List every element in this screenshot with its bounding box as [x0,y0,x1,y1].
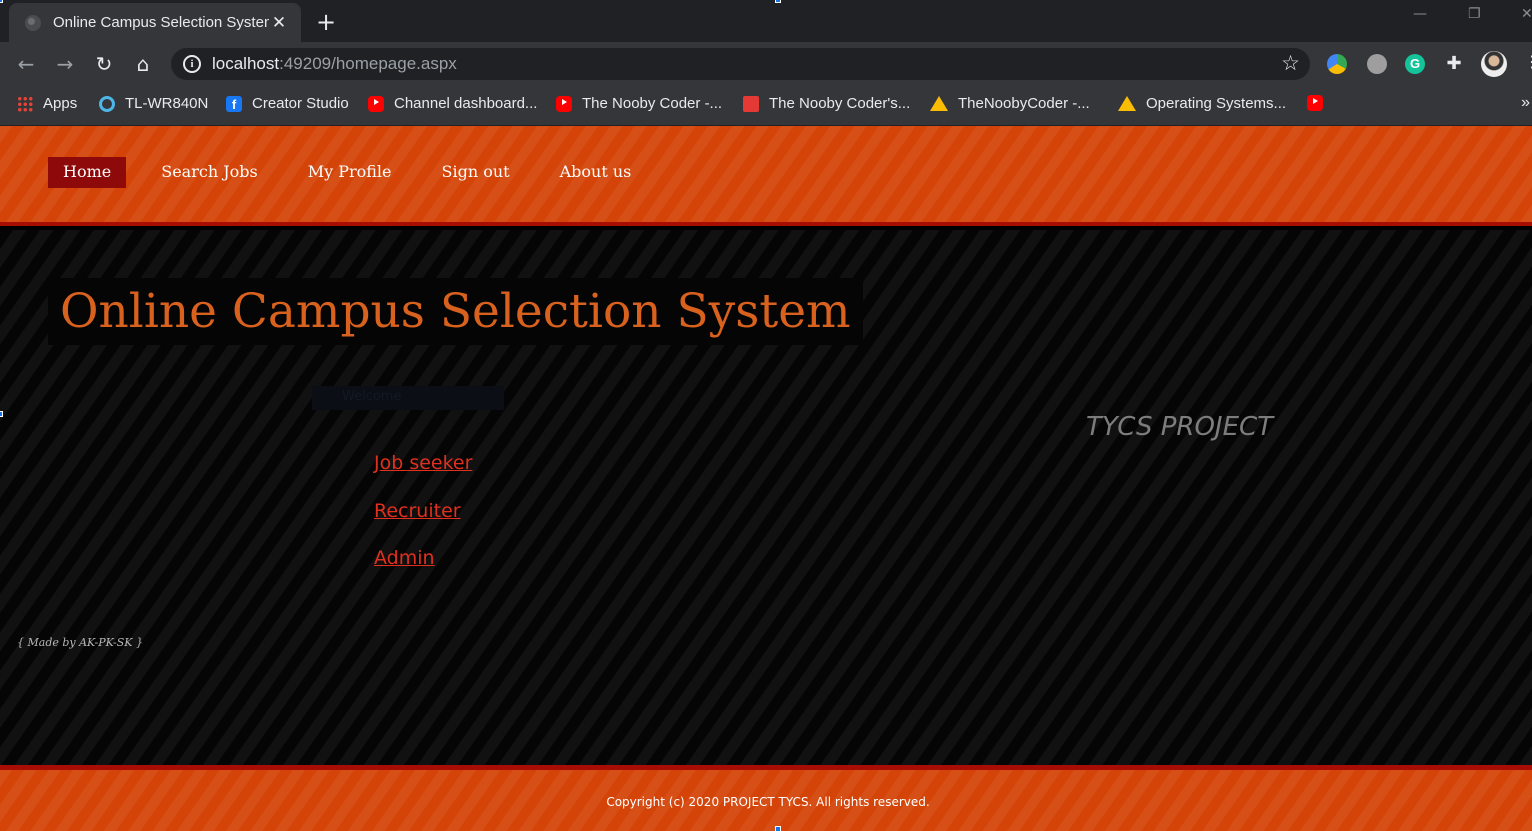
bookmark-thenoobycoder[interactable]: TheNoobyCoder -... [930,95,1090,112]
google-drive-icon [930,96,948,111]
selection-handle [775,0,781,3]
main-menu: Home Search Jobs My Profile Sign out Abo… [48,157,666,188]
bookmark-label: Channel dashboard... [394,95,538,112]
facebook-icon: f [226,95,242,112]
menu-item-about-us[interactable]: About us [545,157,647,188]
menu-item-sign-out[interactable]: Sign out [427,157,525,188]
youtube-icon [556,95,572,112]
bookmark-apps[interactable]: Apps [17,95,77,112]
project-heading: TYCS PROJECT [1086,412,1274,442]
reload-icon[interactable]: ↻ [92,52,116,76]
selection-handle [0,411,3,417]
bookmark-channel-dashboard[interactable]: Channel dashboard... [368,95,537,112]
tp-link-icon [99,95,115,112]
grammarly-icon[interactable]: G [1405,54,1425,74]
copyright-text: Copyright (c) 2020 PROJECT TYCS. All rig… [606,795,930,809]
bookmark-youtube[interactable] [1307,95,1333,111]
bookmark-label: The Nooby Coder -... [582,95,723,112]
menu-item-search-jobs[interactable]: Search Jobs [146,157,272,188]
bookmark-star-icon[interactable]: ☆ [1281,51,1300,76]
browser-menu-icon[interactable]: ⋮ [1520,52,1532,71]
web-page: Home Search Jobs My Profile Sign out Abo… [0,126,1532,831]
globe-icon [25,14,41,31]
menu-item-my-profile[interactable]: My Profile [293,157,407,188]
close-tab-icon[interactable]: ✕ [269,13,289,33]
welcome-banner: Welcome [312,386,504,410]
bookmark-label: Creator Studio [252,95,349,112]
site-footer: Copyright (c) 2020 PROJECT TYCS. All rig… [0,765,1532,831]
extensions-puzzle-icon[interactable]: ✚ [1444,54,1464,74]
bookmark-nooby-coder-1[interactable]: The Nooby Coder -... [556,95,722,112]
job-seeker-link[interactable]: Job seeker [374,452,472,474]
browser-tab-strip: Online Campus Selection System ✕ + — ❐ ✕ [0,0,1532,42]
apps-grid-icon [17,95,33,112]
bookmark-label: Operating Systems... [1146,95,1287,112]
bookmark-nooby-coder-2[interactable]: The Nooby Coder's... [743,95,910,112]
site-info-icon[interactable]: i [183,55,201,73]
minimize-icon[interactable]: — [1413,6,1427,22]
made-by-credit: { Made by AK-PK-SK } [17,636,143,649]
new-tab-button[interactable]: + [316,8,336,36]
restore-icon[interactable]: ❐ [1468,6,1481,22]
more-bookmarks-icon[interactable]: » [1521,94,1530,112]
bookmark-label: TL-WR840N [125,95,209,112]
site-body: Online Campus Selection System Welcome J… [0,230,1532,765]
bookmark-label: The Nooby Coder's... [769,95,911,112]
menu-item-home[interactable]: Home [48,157,127,188]
admin-link[interactable]: Admin [374,547,435,569]
bookmark-label: TheNoobyCoder -... [958,95,1090,112]
bookmark-tl-wr840n[interactable]: TL-WR840N [99,95,208,112]
extension-monkey-icon[interactable] [1367,54,1387,74]
tab-title: Online Campus Selection System [53,14,269,31]
bookmarks-bar: Apps TL-WR840N f Creator Studio Channel … [0,86,1532,126]
bookmark-creator-studio[interactable]: f Creator Studio [226,95,349,112]
home-icon[interactable]: ⌂ [131,52,155,76]
recruiter-link[interactable]: Recruiter [374,500,461,522]
site-header: Home Search Jobs My Profile Sign out Abo… [0,126,1532,226]
bookmark-label: Apps [43,95,78,112]
profile-avatar[interactable] [1481,51,1507,77]
extension-color-icon[interactable] [1327,54,1347,74]
google-drive-icon [1118,96,1136,111]
bookmark-operating-systems[interactable]: Operating Systems... [1118,95,1286,112]
back-arrow-icon[interactable]: ← [14,52,38,76]
youtube-icon [368,95,384,112]
window-close-icon[interactable]: ✕ [1521,6,1532,22]
address-bar[interactable]: i localhost:49209/homepage.aspx ☆ [171,48,1310,80]
browser-tab[interactable]: Online Campus Selection System ✕ [9,3,301,42]
youtube-icon [1307,95,1323,111]
site-title: Online Campus Selection System [48,278,863,345]
analytics-icon [743,95,759,112]
url-path: :49209/homepage.aspx [279,54,457,73]
forward-arrow-icon[interactable]: → [53,52,77,76]
browser-toolbar: ← → ↻ ⌂ i localhost:49209/homepage.aspx … [0,42,1532,86]
selection-handle [775,826,781,831]
url-host: localhost [212,54,280,73]
selection-handle [0,0,3,3]
